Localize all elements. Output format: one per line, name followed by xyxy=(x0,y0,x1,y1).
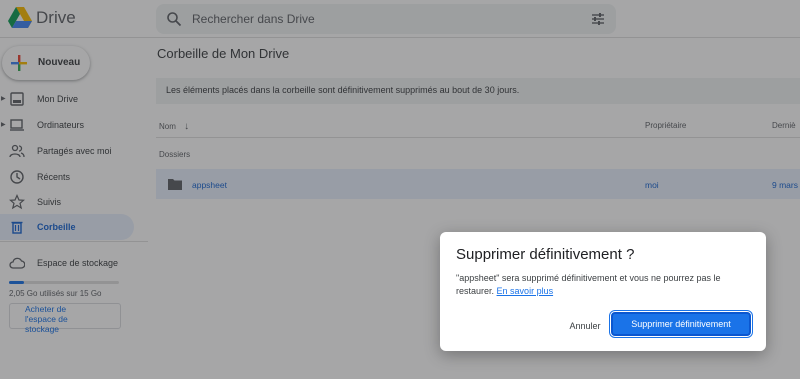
delete-forever-button[interactable]: Supprimer définitivement xyxy=(611,312,751,336)
dialog-message: "appsheet" sera supprimé définitivement … xyxy=(456,272,751,298)
delete-forever-dialog: Supprimer définitivement ? "appsheet" se… xyxy=(440,232,766,351)
dialog-title: Supprimer définitivement ? xyxy=(456,246,635,263)
learn-more-link[interactable]: En savoir plus xyxy=(497,286,554,296)
cancel-button[interactable]: Annuler xyxy=(562,316,608,336)
